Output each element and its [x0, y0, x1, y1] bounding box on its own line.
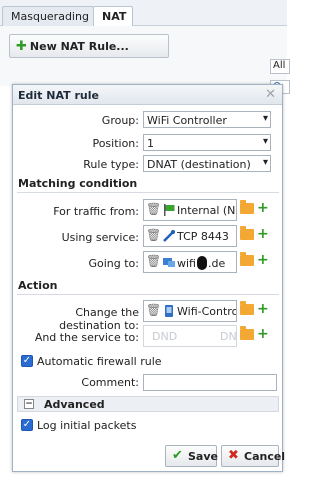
chevron-down-icon: ▾ [262, 136, 268, 147]
trash-icon[interactable]: 🗑 [146, 228, 161, 244]
change-destination-row: Change the destination to: 🗑 Wifi-Contro… [13, 300, 282, 332]
position-label: Position: [92, 137, 139, 150]
service-field[interactable]: 🗑 TCP 8443 [143, 225, 237, 247]
ruletype-label: Rule type: [83, 158, 139, 171]
tab-strip: Masquerading NAT [0, 0, 287, 28]
going-to-field[interactable]: 🗑 wifi .de [143, 251, 237, 273]
advanced-heading-text: Advanced [44, 398, 105, 411]
and-service-row: And the service to: DND DN + [13, 325, 282, 349]
going-to-value-start: wifi [177, 257, 196, 270]
traffic-from-value: Internal (Netw [177, 204, 236, 217]
add-icon[interactable]: + [257, 226, 269, 242]
new-nat-rule-button[interactable]: ✚ New NAT Rule... [9, 34, 169, 58]
auto-firewall-row: ✓ Automatic firewall rule [13, 353, 282, 373]
and-service-label: And the service to: [34, 331, 139, 344]
group-row: Group: WiFi Controller ▾ [13, 110, 282, 130]
traffic-from-label: For traffic from: [53, 205, 139, 218]
trash-icon[interactable]: 🗑 [146, 303, 161, 319]
matching-condition-heading: Matching condition [17, 177, 279, 193]
dialog-title: Edit NAT rule [18, 89, 99, 102]
folder-icon[interactable] [240, 226, 254, 240]
position-select[interactable]: 1 ▾ [143, 134, 271, 151]
dialog-title-bar: Edit NAT rule ✕ [13, 85, 282, 105]
ruletype-value: DNAT (destination) [147, 158, 251, 171]
cancel-label: Cancel [244, 450, 286, 463]
network-flag-icon [164, 204, 175, 216]
cancel-button[interactable]: ✖ Cancel [221, 445, 285, 467]
save-button[interactable]: ✔ Save [165, 445, 218, 467]
group-select[interactable]: WiFi Controller ▾ [143, 111, 271, 128]
chevron-down-icon: ▾ [262, 157, 268, 168]
ruletype-row: Rule type: DNAT (destination) ▾ [13, 154, 282, 174]
trash-icon[interactable]: 🗑 [146, 254, 161, 270]
toolbar: ✚New NAT Rule... All ⚲ [0, 26, 290, 94]
action-heading-text: Action [18, 279, 58, 292]
collapse-icon[interactable]: − [24, 399, 34, 409]
group-value: WiFi Controller [147, 114, 227, 127]
redaction-mark [196, 256, 207, 270]
filter-value: All [273, 60, 286, 71]
chevron-down-icon: ▾ [262, 113, 268, 124]
cancel-x-icon: ✖ [228, 448, 239, 463]
service-icon [163, 230, 175, 242]
auto-firewall-checkbox[interactable]: ✓ [21, 355, 33, 367]
service-label: Using service: [61, 231, 139, 244]
ruletype-select[interactable]: DNAT (destination) ▾ [143, 155, 271, 172]
comment-label: Comment: [81, 376, 139, 389]
save-label: Save [188, 450, 218, 463]
position-value: 1 [147, 137, 154, 150]
folder-icon[interactable] [240, 301, 254, 315]
and-service-placeholder-right: DN [220, 330, 237, 343]
comment-input[interactable] [143, 374, 277, 391]
position-row: Position: 1 ▾ [13, 133, 282, 153]
tab-label: Masquerading [11, 10, 89, 23]
folder-icon[interactable] [240, 200, 254, 214]
plus-icon: ✚ [16, 39, 27, 54]
close-icon[interactable]: ✕ [265, 87, 276, 102]
log-checkbox[interactable]: ✓ [21, 419, 33, 431]
host-icon [163, 258, 175, 267]
traffic-from-field[interactable]: 🗑 Internal (Netw [143, 199, 237, 221]
log-row: ✓ Log initial packets [13, 417, 282, 437]
device-icon [165, 305, 173, 317]
and-service-field[interactable]: DND DN [143, 325, 237, 347]
change-destination-value: Wifi-Controlle [177, 305, 236, 318]
group-label: Group: [101, 114, 139, 127]
and-service-placeholder: DND [152, 330, 178, 343]
add-icon[interactable]: + [257, 326, 269, 342]
edit-nat-rule-dialog: Edit NAT rule ✕ Group: WiFi Controller ▾… [12, 84, 285, 472]
going-to-value-end: .de [207, 257, 226, 270]
checkmark-icon: ✔ [172, 448, 183, 463]
add-icon[interactable]: + [257, 301, 269, 317]
advanced-section-header[interactable]: − Advanced [17, 396, 279, 412]
auto-firewall-label: Automatic firewall rule [37, 355, 162, 368]
tab-nat[interactable]: NAT [93, 6, 133, 28]
service-value: TCP 8443 [177, 230, 229, 243]
matching-heading-text: Matching condition [18, 177, 138, 190]
folder-icon[interactable] [240, 252, 254, 266]
traffic-from-row: For traffic from: 🗑 Internal (Netw + [13, 199, 282, 223]
add-icon[interactable]: + [257, 252, 269, 268]
folder-icon[interactable] [240, 326, 254, 340]
log-label: Log initial packets [37, 419, 137, 432]
comment-row: Comment: [13, 374, 282, 394]
tab-masquerading[interactable]: Masquerading [2, 6, 94, 27]
action-heading: Action [17, 279, 279, 295]
add-icon[interactable]: + [257, 200, 269, 216]
going-to-label: Going to: [88, 257, 139, 270]
trash-icon[interactable]: 🗑 [146, 202, 161, 218]
going-to-value: wifi .de [177, 256, 225, 270]
tab-label: NAT [102, 10, 127, 23]
going-to-row: Going to: 🗑 wifi .de + [13, 251, 282, 275]
new-nat-rule-label: New NAT Rule... [29, 40, 129, 53]
service-row: Using service: 🗑 TCP 8443 + [13, 225, 282, 249]
change-destination-field[interactable]: 🗑 Wifi-Controlle [143, 300, 237, 322]
filter-select[interactable]: All [270, 59, 290, 74]
